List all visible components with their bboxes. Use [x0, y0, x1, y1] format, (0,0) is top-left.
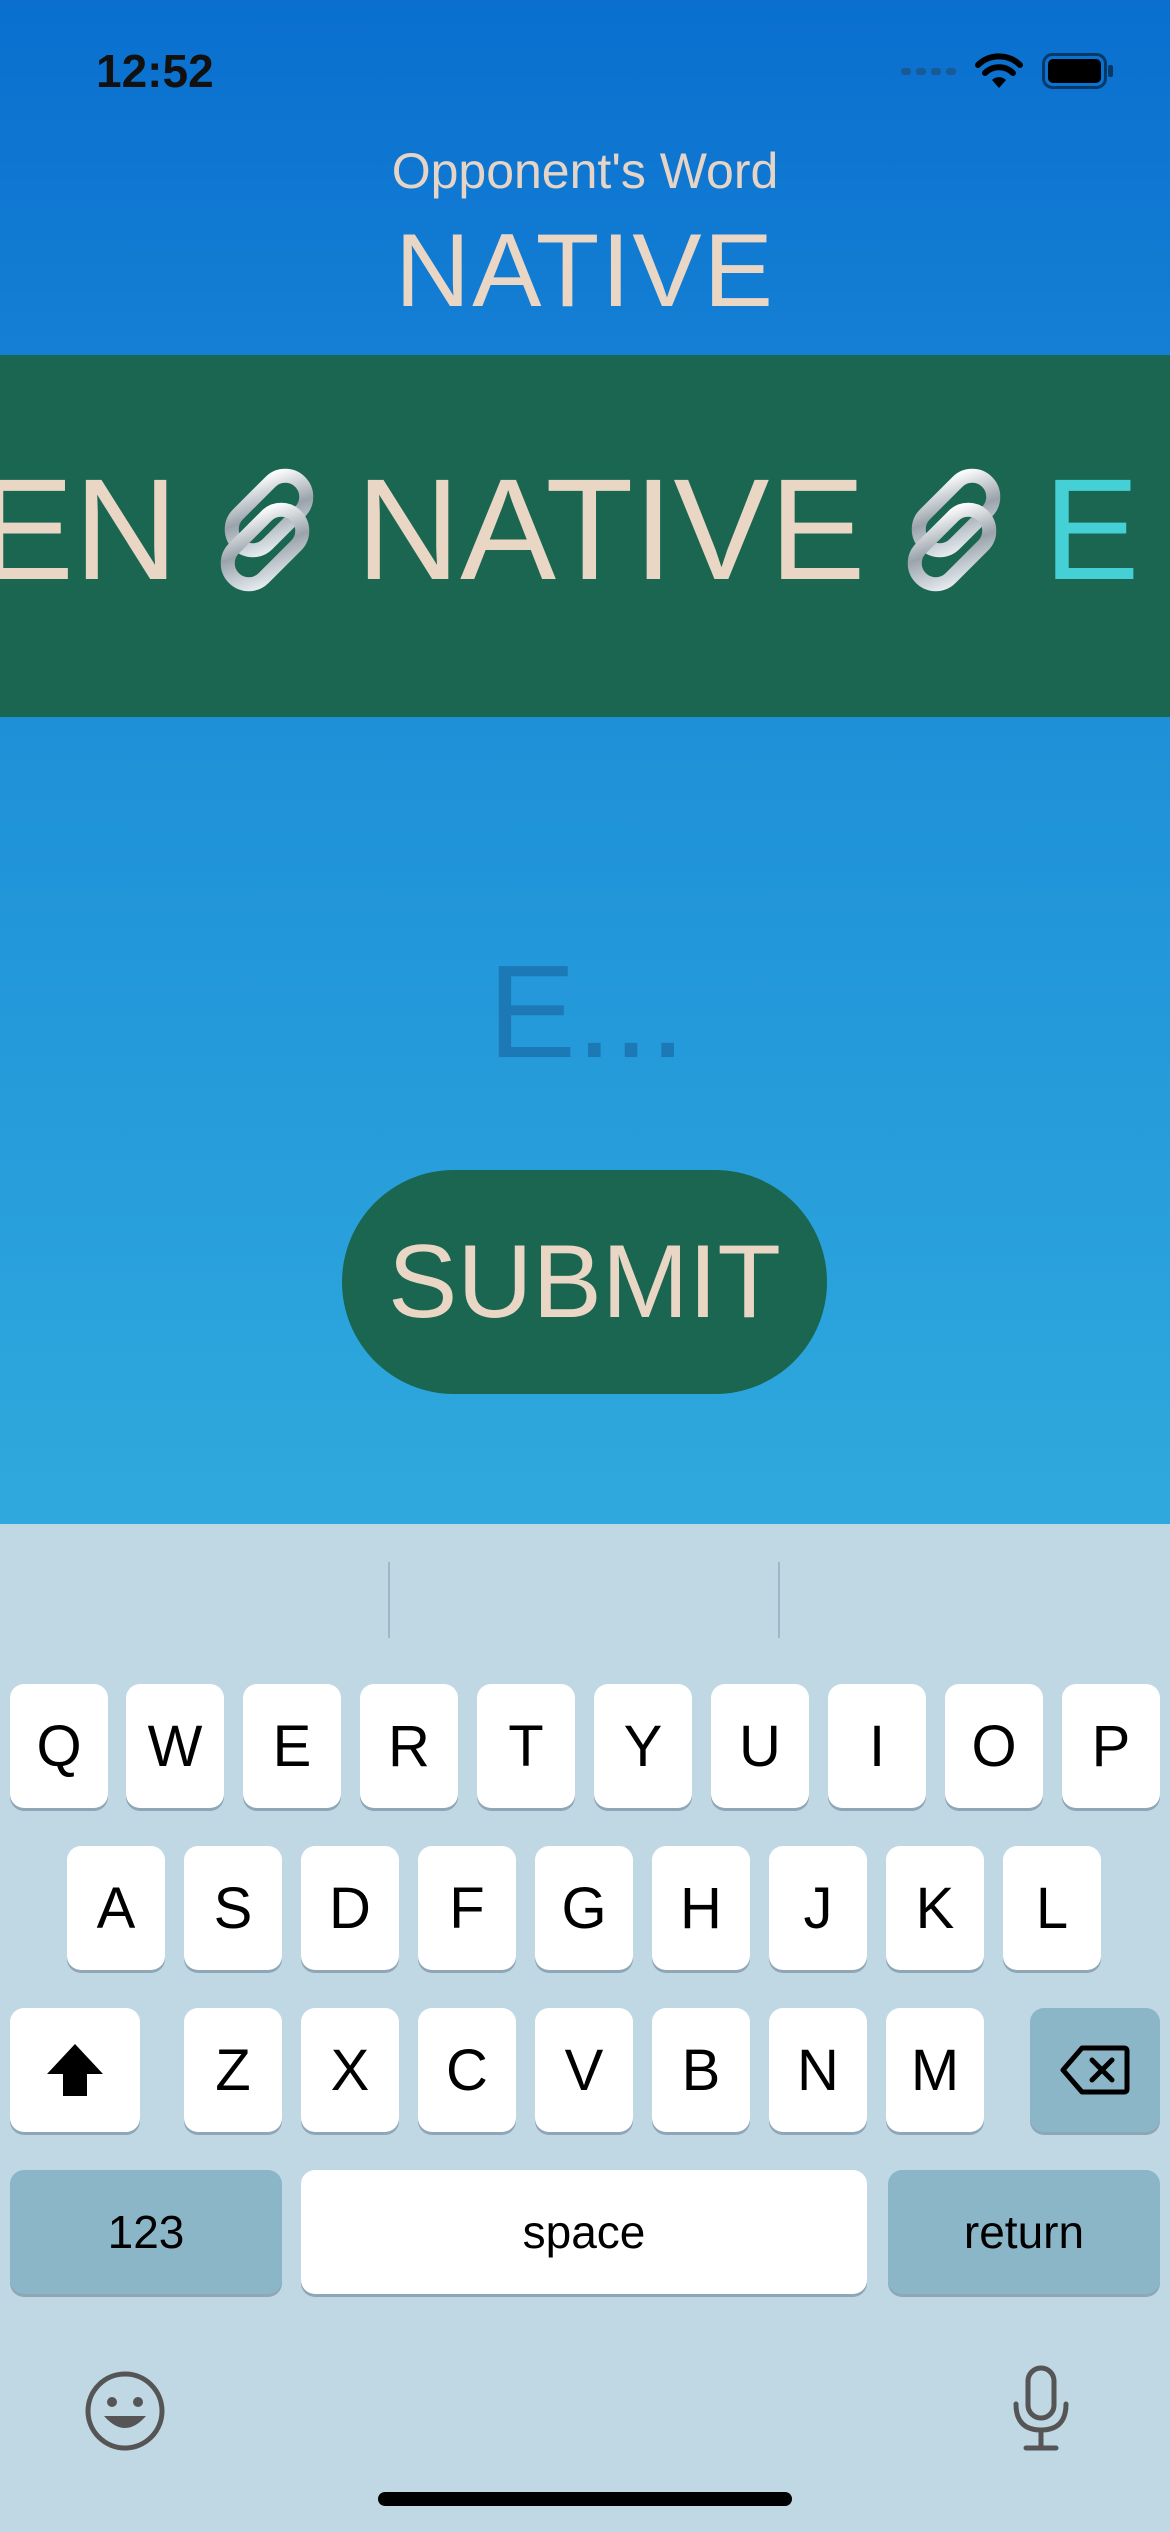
status-icons	[901, 52, 1114, 90]
key-u[interactable]: U	[711, 1684, 809, 1808]
next-letter: E	[1043, 449, 1140, 610]
key-n[interactable]: N	[769, 2008, 867, 2132]
word-input[interactable]	[285, 935, 889, 1087]
opponent-word-label: Opponent's Word	[391, 143, 779, 199]
key-p[interactable]: P	[1062, 1684, 1160, 1808]
key-v[interactable]: V	[535, 2008, 633, 2132]
key-k[interactable]: K	[886, 1846, 984, 1970]
key-s[interactable]: S	[184, 1846, 282, 1970]
key-b[interactable]: B	[652, 2008, 750, 2132]
submit-button[interactable]: SUBMIT	[342, 1170, 827, 1394]
shift-key[interactable]	[10, 2008, 140, 2132]
key-y[interactable]: Y	[594, 1684, 692, 1808]
suggestion-divider	[778, 1562, 780, 1638]
status-time: 12:52	[96, 45, 214, 97]
emoji-button[interactable]	[84, 2370, 166, 2457]
previous-word-fragment: EN	[0, 449, 179, 610]
emoji-icon	[85, 2371, 165, 2451]
key-l[interactable]: L	[1003, 1846, 1101, 1970]
key-c[interactable]: C	[418, 2008, 516, 2132]
numbers-key[interactable]: 123	[10, 2170, 282, 2294]
key-f[interactable]: F	[418, 1846, 516, 1970]
key-h[interactable]: H	[652, 1846, 750, 1970]
battery-icon	[1042, 53, 1113, 89]
key-i[interactable]: I	[828, 1684, 926, 1808]
key-t[interactable]: T	[477, 1684, 575, 1808]
key-a[interactable]: A	[67, 1846, 165, 1970]
key-d[interactable]: D	[301, 1846, 399, 1970]
dictation-button[interactable]	[1006, 2364, 1076, 2459]
current-word: NATIVE	[356, 449, 866, 610]
link-icon	[879, 455, 1029, 605]
key-w[interactable]: W	[126, 1684, 224, 1808]
key-j[interactable]: J	[769, 1846, 867, 1970]
space-key[interactable]: space	[301, 2170, 867, 2294]
cellular-icon	[901, 67, 956, 75]
key-m[interactable]: M	[886, 2008, 984, 2132]
word-chain-band: EN NATIVE E	[0, 355, 1170, 717]
microphone-icon	[1013, 2365, 1069, 2451]
suggestion-divider	[388, 1562, 390, 1638]
key-r[interactable]: R	[360, 1684, 458, 1808]
key-z[interactable]: Z	[184, 2008, 282, 2132]
key-o[interactable]: O	[945, 1684, 1043, 1808]
key-q[interactable]: Q	[10, 1684, 108, 1808]
shift-icon	[47, 2044, 103, 2096]
wifi-icon	[975, 53, 1023, 88]
opponent-word: NATIVE	[395, 213, 775, 329]
delete-key[interactable]	[1030, 2008, 1160, 2132]
word-chain: EN NATIVE E	[0, 455, 1140, 605]
game-screen: 12:52 Opponent's Word NATIVE EN NATIVE E…	[0, 0, 1170, 1524]
key-x[interactable]: X	[301, 2008, 399, 2132]
home-indicator[interactable]	[378, 2492, 792, 2506]
key-e[interactable]: E	[243, 1684, 341, 1808]
delete-icon	[1060, 2045, 1130, 2095]
link-icon	[192, 455, 342, 605]
return-key[interactable]: return	[888, 2170, 1160, 2294]
key-g[interactable]: G	[535, 1846, 633, 1970]
keyboard: Q W E R T Y U I O P A S D F G H J K L Z …	[0, 1524, 1170, 2532]
